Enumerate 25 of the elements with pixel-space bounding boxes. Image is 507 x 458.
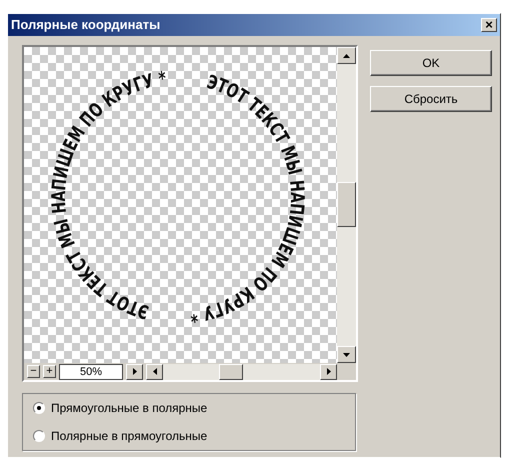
right-arrow-icon [326,368,330,375]
horizontal-scrollbar[interactable] [146,364,337,380]
dialog-button[interactable]: OK [370,50,492,76]
up-arrow-icon [343,54,350,58]
scroll-thumb[interactable] [219,364,243,380]
scroll-right-button[interactable] [320,364,337,380]
scroll-thumb[interactable] [337,182,356,227]
window-title: Полярные координаты [11,16,160,34]
dialog-button[interactable]: Сбросить [370,86,492,112]
scroll-up-button[interactable] [337,47,356,64]
radio-label[interactable]: Прямоугольные в полярные [51,399,208,417]
close-button[interactable]: × [481,18,497,32]
scroll-down-button[interactable] [337,346,356,363]
zoom-field[interactable]: 50% [59,364,123,380]
scroll-left-button[interactable] [146,364,163,380]
zoom-out-button[interactable]: − [27,365,40,378]
radio-button[interactable] [33,430,45,442]
radio-label[interactable]: Полярные в прямоугольные [51,427,208,445]
radio-button[interactable] [33,402,45,414]
zoom-menu-button[interactable] [126,364,143,380]
left-arrow-icon [152,368,156,375]
zoom-in-button[interactable]: + [43,365,56,378]
down-arrow-icon [343,352,350,356]
right-arrow-icon [132,368,136,375]
vertical-scrollbar[interactable] [337,47,356,363]
